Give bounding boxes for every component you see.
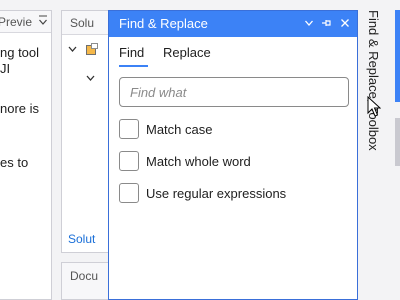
toolbox-vertical-tab[interactable]: Find & Replace, Toolbox [360, 10, 388, 170]
preview-panel: Previe ng tool JI nore is es to [0, 10, 52, 300]
regex-label: Use regular expressions [146, 185, 287, 201]
match-whole-word-option[interactable]: Match whole word [119, 151, 251, 171]
tree-item-project[interactable] [68, 43, 99, 57]
mouse-cursor-icon [367, 96, 381, 117]
match-case-label: Match case [146, 121, 213, 137]
chevron-down-icon[interactable] [86, 75, 95, 82]
project-icon [86, 43, 99, 55]
preview-text-line: ng tool [0, 45, 40, 60]
solution-explorer-panel: Solu Solut [61, 10, 109, 253]
preview-tab-label: Previe [0, 15, 33, 29]
preview-text-line: nore is [0, 101, 40, 116]
solution-explorer-tab[interactable]: Solu [62, 11, 109, 35]
inactive-tab-accent [395, 118, 400, 166]
match-case-option[interactable]: Match case [119, 119, 212, 139]
active-tab-indicator [119, 65, 148, 67]
chevron-down-icon[interactable] [301, 15, 317, 33]
panel-title: Find & Replace [119, 16, 208, 31]
regex-checkbox[interactable] [119, 183, 139, 203]
chevron-down-icon[interactable] [37, 14, 49, 28]
match-whole-word-label: Match whole word [146, 153, 251, 169]
close-icon[interactable] [337, 15, 353, 33]
documents-tab[interactable]: Docu [62, 263, 109, 283]
preview-text-line: es to [0, 155, 29, 170]
find-replace-panel: Find & Replace Find Replace Match case M… [108, 10, 358, 300]
find-replace-title-bar[interactable]: Find & Replace [109, 11, 357, 37]
preview-tab[interactable]: Previe [0, 11, 51, 33]
preview-text-line: JI [0, 61, 11, 76]
tab-find[interactable]: Find [119, 45, 144, 60]
documents-panel: Docu [61, 262, 109, 300]
match-whole-word-checkbox[interactable] [119, 151, 139, 171]
chevron-down-icon[interactable] [68, 46, 77, 53]
tree-item-child[interactable] [86, 73, 95, 85]
pin-icon[interactable] [319, 15, 335, 33]
regex-option[interactable]: Use regular expressions [119, 183, 286, 203]
toolbox-tab-label: Find & Replace, Toolbox [366, 10, 381, 151]
find-what-input[interactable] [119, 77, 349, 107]
right-dock-strip: Find & Replace, Toolbox [358, 0, 400, 300]
match-case-checkbox[interactable] [119, 119, 139, 139]
solution-explorer-link[interactable]: Solut [68, 232, 110, 246]
active-tab-accent [395, 10, 400, 102]
tab-replace[interactable]: Replace [163, 45, 211, 60]
find-replace-tabs: Find Replace [109, 37, 357, 67]
